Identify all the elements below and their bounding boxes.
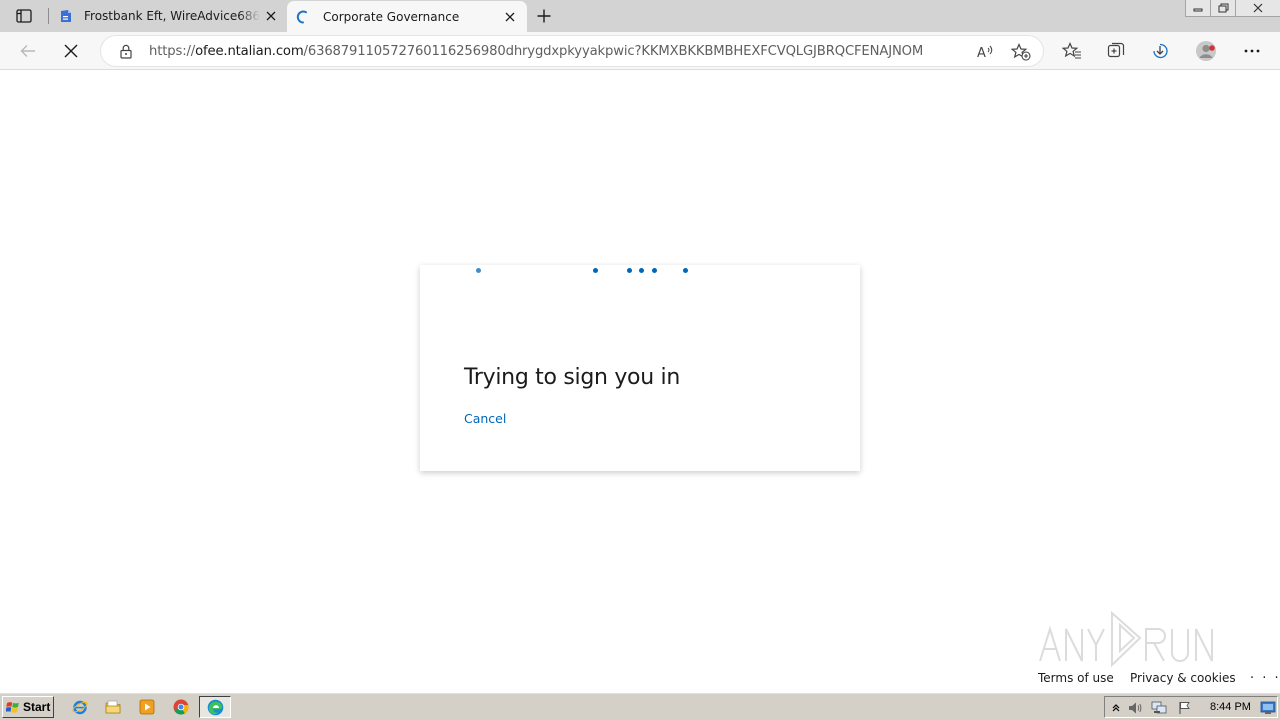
progress-dot <box>652 268 657 273</box>
start-label: Start <box>23 700 51 714</box>
sign-in-card: Trying to sign you in Cancel <box>420 265 860 471</box>
chevron-up-icon <box>1112 704 1120 712</box>
tab-title: Frostbank Eft, WireAdvice686086 <box>84 9 260 23</box>
add-favorite-button[interactable] <box>1011 42 1031 62</box>
ie-launch-button[interactable] <box>70 697 90 717</box>
privacy-cookies-link[interactable]: Privacy & cookies <box>1130 671 1236 685</box>
windows-logo-icon <box>6 701 19 713</box>
tab-close-button[interactable] <box>264 9 278 23</box>
more-options-link[interactable]: . . . <box>1250 667 1280 682</box>
folder-icon <box>105 700 121 714</box>
settings-more-button[interactable] <box>1238 37 1266 65</box>
ie-icon <box>72 700 88 715</box>
url-path: /636879110572760116256980dhrygdxpkyyakpw… <box>303 44 924 59</box>
favorites-button[interactable] <box>1058 37 1086 65</box>
star-plus-icon <box>1011 43 1031 61</box>
read-aloud-button[interactable]: A <box>975 42 995 62</box>
back-arrow-icon <box>20 45 35 57</box>
svg-text:A: A <box>977 46 986 60</box>
back-button[interactable] <box>14 37 42 65</box>
close-icon <box>505 12 515 22</box>
close-icon <box>64 44 78 58</box>
download-icon <box>1153 43 1168 59</box>
progress-dot <box>627 268 632 273</box>
tab-separator <box>48 8 49 24</box>
web-page: Trying to sign you in Cancel Terms of us… <box>0 71 1280 691</box>
progress-dot <box>683 268 688 273</box>
window-close-button[interactable] <box>1235 0 1280 17</box>
tab-actions-icon <box>16 9 32 23</box>
collections-button[interactable] <box>1102 37 1130 65</box>
tab-corporate-governance[interactable]: Corporate Governance <box>287 1 527 32</box>
new-tab-button[interactable] <box>532 4 556 28</box>
cancel-link[interactable]: Cancel <box>464 411 506 426</box>
restore-button[interactable] <box>1210 0 1236 17</box>
avatar-icon <box>1196 41 1216 61</box>
edge-launch-button[interactable] <box>205 697 225 717</box>
show-hidden-icons-button[interactable] <box>1108 700 1124 716</box>
progress-dot <box>639 268 644 273</box>
volume-icon[interactable] <box>1127 700 1143 716</box>
action-center-flag-icon[interactable] <box>1177 700 1193 716</box>
progress-dot <box>476 268 481 273</box>
close-icon <box>266 11 276 21</box>
restore-icon <box>1218 3 1228 13</box>
read-aloud-icon: A <box>977 45 993 60</box>
chrome-icon <box>173 699 189 715</box>
anyrun-watermark <box>1039 610 1213 668</box>
progress-dot <box>593 268 598 273</box>
lock-icon <box>120 44 132 59</box>
start-button[interactable]: Start <box>2 696 54 718</box>
more-dots-icon <box>1244 49 1260 53</box>
system-clock[interactable]: 8:44 PM <box>1210 701 1251 713</box>
favorites-icon <box>1062 42 1081 59</box>
plus-icon <box>537 9 551 23</box>
close-icon <box>1253 3 1263 13</box>
tab-title: Corporate Governance <box>323 10 460 24</box>
tab-actions-button[interactable] <box>10 5 38 27</box>
url-scheme: https:// <box>149 44 196 59</box>
tab-close-button[interactable] <box>503 10 517 24</box>
show-desktop-button[interactable] <box>1260 700 1276 716</box>
downloads-button[interactable] <box>1146 37 1174 65</box>
url-host: ofee.ntalian.com <box>195 44 304 59</box>
chrome-launch-button[interactable] <box>171 697 191 717</box>
desktop-icon <box>1260 701 1276 714</box>
collections-icon <box>1107 42 1125 58</box>
edge-icon <box>207 699 223 715</box>
system-tray: 8:44 PM <box>1104 696 1278 718</box>
minimize-button[interactable] <box>1185 0 1211 17</box>
document-shield-icon <box>61 10 71 22</box>
terms-of-use-link[interactable]: Terms of use <box>1038 671 1114 685</box>
media-player-launch-button[interactable] <box>137 697 157 717</box>
minimize-icon <box>1193 8 1203 12</box>
tab-frostbank[interactable]: Frostbank Eft, WireAdvice686086 <box>50 0 284 32</box>
media-player-icon <box>139 699 155 715</box>
network-icon[interactable] <box>1151 700 1167 716</box>
tab-strip: Frostbank Eft, WireAdvice686086 Corporat… <box>0 0 1280 32</box>
explorer-launch-button[interactable] <box>103 697 123 717</box>
page-title: Trying to sign you in <box>464 365 681 390</box>
stop-loading-button[interactable] <box>57 37 85 65</box>
window-controls <box>1185 0 1280 18</box>
address-bar[interactable]: https://ofee.ntalian.com/636879110572760… <box>100 35 1044 67</box>
profile-button[interactable] <box>1192 37 1220 65</box>
url-text[interactable]: https://ofee.ntalian.com/636879110572760… <box>149 44 923 59</box>
loading-spinner-icon <box>296 10 307 24</box>
browser-toolbar: https://ofee.ntalian.com/636879110572760… <box>0 32 1280 70</box>
windows-taskbar: Start 8:44 PM <box>0 692 1280 720</box>
